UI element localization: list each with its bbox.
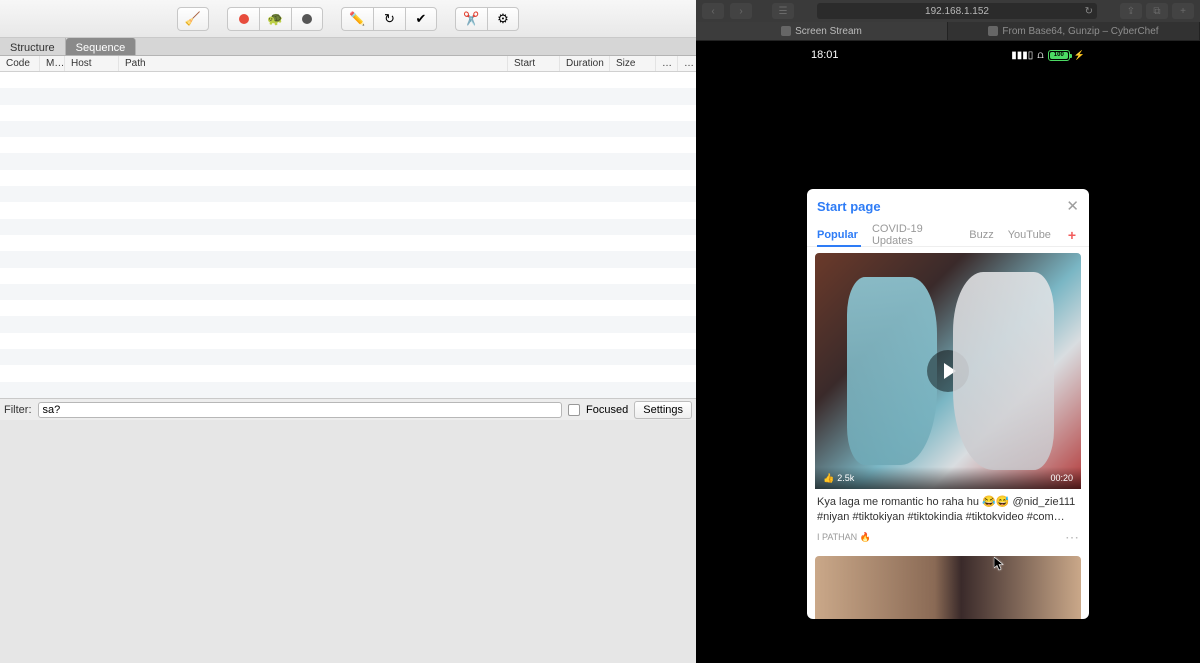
tab-sequence[interactable]: Sequence <box>66 38 137 55</box>
table-row <box>0 316 696 332</box>
table-row <box>0 186 696 202</box>
phone-screen: 18:01 ▮▮▮▯ ⩍ 100 ⚡ Start page ✕ <box>799 45 1097 663</box>
add-topic-button[interactable]: + <box>1065 227 1079 243</box>
col-size[interactable]: Size <box>610 56 656 71</box>
table-row <box>0 170 696 186</box>
safari-tabs: Screen Stream From Base64, Gunzip – Cybe… <box>696 22 1200 41</box>
table-row <box>0 202 696 218</box>
filter-bar: Filter: Focused Settings <box>0 398 696 420</box>
topic-youtube[interactable]: YouTube <box>1008 229 1051 241</box>
url-text: 192.168.1.152 <box>925 6 989 17</box>
url-field[interactable]: 192.168.1.152 ↻ <box>817 3 1097 19</box>
like-count: 👍 2.5k <box>823 473 854 484</box>
filter-settings-button[interactable]: Settings <box>634 401 692 419</box>
throttle-button[interactable]: 🐢 <box>259 7 291 31</box>
sidebar-button[interactable]: ☰ <box>772 3 794 19</box>
card-title: Start page <box>817 199 881 214</box>
tabs-button[interactable]: ⧉ <box>1146 3 1168 19</box>
start-page-card: Start page ✕ Popular COVID-19 Updates Bu… <box>807 189 1089 619</box>
video-thumbnail[interactable]: 👍 2.5k 00:20 <box>815 253 1081 489</box>
col-method[interactable]: M… <box>40 56 65 71</box>
topic-covid[interactable]: COVID-19 Updates <box>872 223 955 247</box>
tab-structure[interactable]: Structure <box>0 38 66 55</box>
tab-label: From Base64, Gunzip – CyberChef <box>1002 26 1158 37</box>
table-row <box>0 153 696 169</box>
filter-input[interactable] <box>38 402 563 418</box>
safari-window: ‹ › ☰ 192.168.1.152 ↻ ⇪ ⧉ + Screen Strea… <box>696 0 1200 663</box>
broom-icon[interactable]: 🧹 <box>177 7 209 31</box>
video-duration: 00:20 <box>1050 473 1073 483</box>
table-row <box>0 251 696 267</box>
table-header: Code M… Host Path Start Duration Size … … <box>0 56 696 72</box>
col-host[interactable]: Host <box>65 56 119 71</box>
col-start[interactable]: Start <box>508 56 560 71</box>
signal-icon: ▮▮▮▯ <box>1011 50 1033 61</box>
thumbs-up-icon: 👍 <box>823 473 834 484</box>
battery-icon: 100 <box>1048 50 1070 61</box>
share-button[interactable]: ⇪ <box>1120 3 1142 19</box>
play-icon[interactable] <box>927 350 969 392</box>
col-duration[interactable]: Duration <box>560 56 610 71</box>
video-author: I PATHAN 🔥 ⋯ <box>815 527 1081 552</box>
table-row <box>0 235 696 251</box>
close-icon[interactable]: ✕ <box>1066 197 1079 215</box>
view-tabs: Structure Sequence <box>0 38 696 56</box>
table-row <box>0 349 696 365</box>
table-row <box>0 219 696 235</box>
detail-pane-empty <box>0 420 696 663</box>
tab-screen-stream[interactable]: Screen Stream <box>696 22 948 40</box>
wifi-icon: ⩍ <box>1037 50 1044 61</box>
request-table[interactable] <box>0 72 696 398</box>
topic-buzz[interactable]: Buzz <box>969 229 993 241</box>
feed-item[interactable] <box>815 556 1081 619</box>
repeat-button[interactable]: ↻ <box>373 7 405 31</box>
back-button[interactable]: ‹ <box>702 3 724 19</box>
clock: 18:01 <box>811 49 839 61</box>
table-row <box>0 268 696 284</box>
safari-toolbar: ‹ › ☰ 192.168.1.152 ↻ ⇪ ⧉ + <box>696 0 1200 22</box>
table-row <box>0 300 696 316</box>
col-code[interactable]: Code <box>0 56 40 71</box>
toolbar: 🧹 🐢 ✏️ ↻ ✔ ✂️ ⚙ <box>0 0 696 38</box>
proxy-app-window: 🧹 🐢 ✏️ ↻ ✔ ✂️ ⚙ Structure Sequence <box>0 0 696 663</box>
phone-status-bar: 18:01 ▮▮▮▯ ⩍ 100 ⚡ <box>799 45 1097 65</box>
feed-item[interactable]: 👍 2.5k 00:20 Kya laga me romantic ho rah… <box>815 253 1081 552</box>
record-button[interactable] <box>227 7 259 31</box>
settings-button[interactable]: ⚙ <box>487 7 519 31</box>
screen-stream-viewport: 18:01 ▮▮▮▯ ⩍ 100 ⚡ Start page ✕ <box>696 41 1200 663</box>
table-row <box>0 284 696 300</box>
charging-icon: ⚡ <box>1074 50 1085 61</box>
feed[interactable]: 👍 2.5k 00:20 Kya laga me romantic ho rah… <box>807 247 1089 619</box>
edit-button[interactable]: ✏️ <box>341 7 373 31</box>
validate-button[interactable]: ✔ <box>405 7 437 31</box>
topic-popular[interactable]: Popular <box>817 229 858 241</box>
focused-label: Focused <box>586 404 628 416</box>
col-more2[interactable]: … <box>678 56 696 71</box>
table-row <box>0 365 696 381</box>
tab-cyberchef[interactable]: From Base64, Gunzip – CyberChef <box>948 22 1200 40</box>
new-tab-button[interactable]: + <box>1172 3 1194 19</box>
table-row <box>0 72 696 88</box>
topic-tabs: Popular COVID-19 Updates Buzz YouTube + <box>807 223 1089 247</box>
video-caption: Kya laga me romantic ho raha hu 😂😅 @nid_… <box>815 489 1081 527</box>
breakpoint-button[interactable] <box>291 7 323 31</box>
table-row <box>0 105 696 121</box>
reload-icon[interactable]: ↻ <box>1085 6 1093 17</box>
tab-favicon-icon <box>988 26 998 36</box>
col-path[interactable]: Path <box>119 56 508 71</box>
tools-button[interactable]: ✂️ <box>455 7 487 31</box>
filter-label: Filter: <box>4 404 32 416</box>
table-row <box>0 121 696 137</box>
table-row <box>0 333 696 349</box>
tab-favicon-icon <box>781 26 791 36</box>
tab-label: Screen Stream <box>795 26 862 37</box>
table-row <box>0 137 696 153</box>
col-more1[interactable]: … <box>656 56 678 71</box>
focused-checkbox[interactable] <box>568 404 580 416</box>
table-row <box>0 382 696 398</box>
forward-button[interactable]: › <box>730 3 752 19</box>
table-row <box>0 88 696 104</box>
more-icon[interactable]: ⋯ <box>1065 529 1079 546</box>
